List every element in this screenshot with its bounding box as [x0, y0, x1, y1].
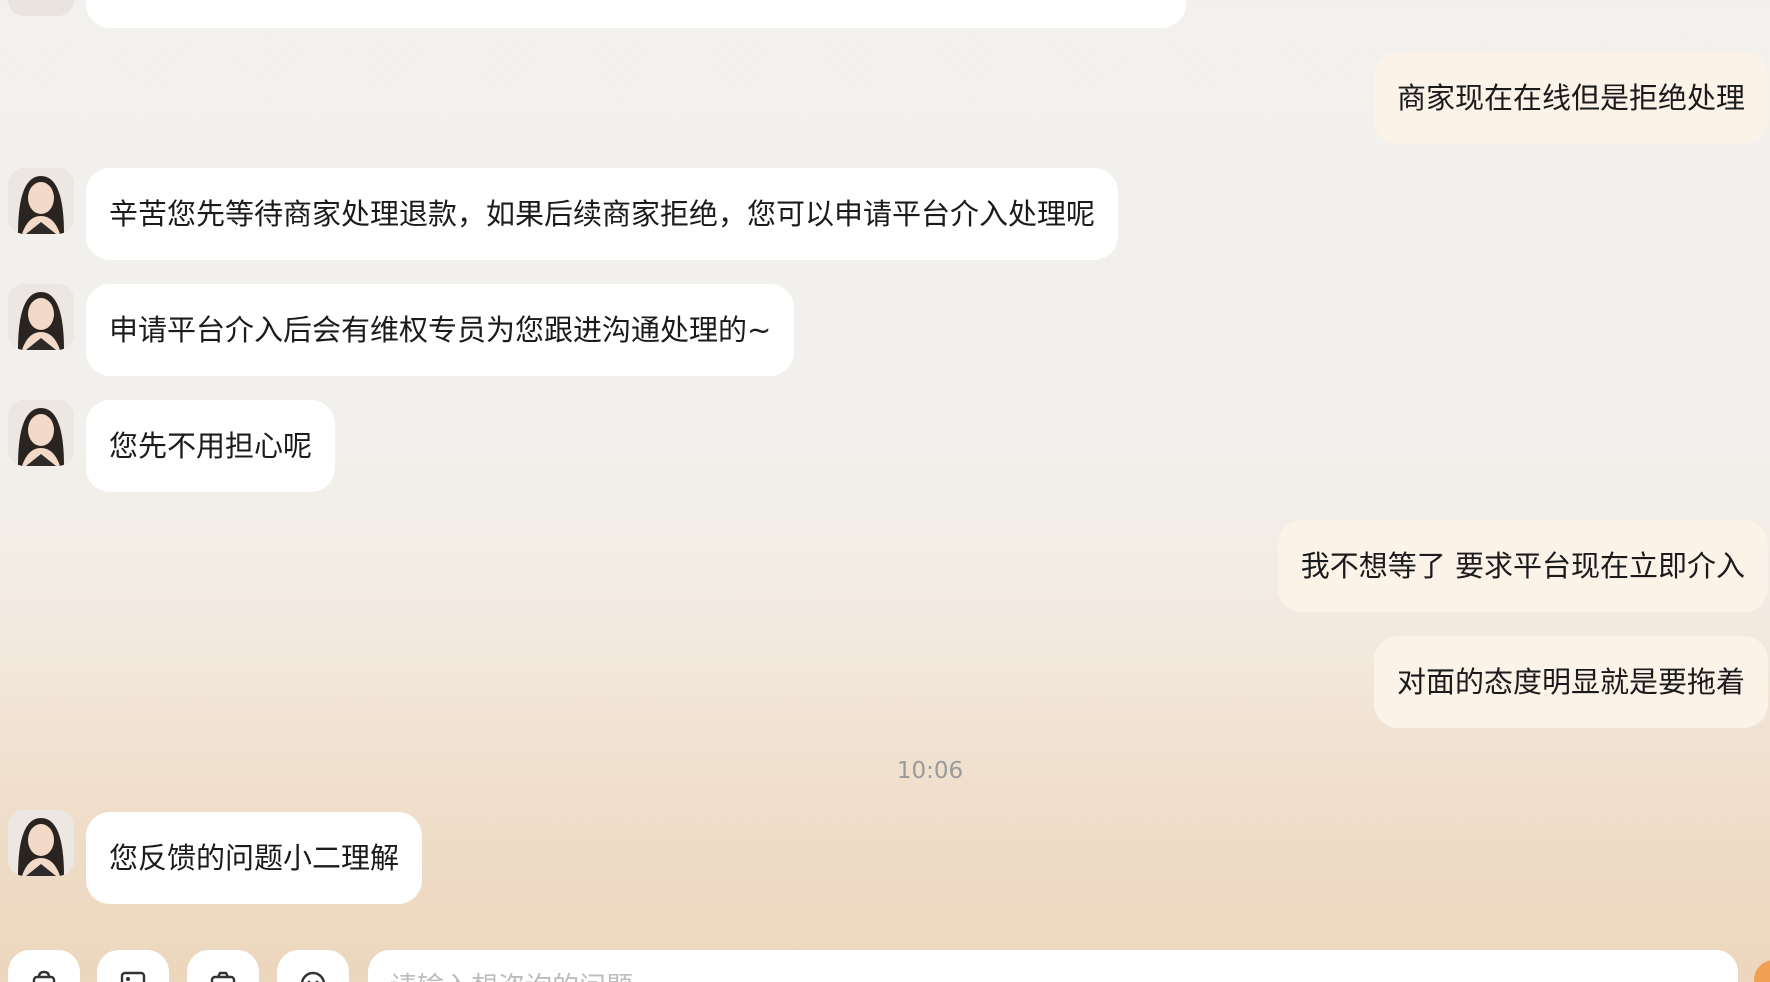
agent-avatar[interactable]	[8, 810, 74, 876]
timestamp: 10:06	[896, 758, 964, 784]
bottom-toolbar	[0, 950, 1770, 982]
emoji-icon	[300, 971, 326, 982]
agent-avatar[interactable]	[8, 400, 74, 466]
agent-message: 您反馈的问题小二理解	[86, 812, 423, 904]
image-icon	[120, 971, 146, 982]
agent-avatar[interactable]	[8, 168, 74, 234]
agent-message: 辛苦您先等待商家处理退款，如果后续商家拒绝，您可以申请平台介入处理呢	[86, 168, 1119, 260]
camera-icon	[210, 971, 236, 982]
emoji-button[interactable]	[277, 950, 349, 982]
user-message: 对面的态度明显就是要拖着	[1373, 636, 1768, 728]
agent-avatar-icon	[8, 810, 74, 876]
order-icon	[32, 970, 56, 982]
agent-avatar[interactable]	[8, 284, 74, 350]
camera-button[interactable]	[187, 950, 259, 982]
user-message: 商家现在在线但是拒绝处理	[1373, 52, 1768, 144]
chat-area: 商家现在在线但是拒绝处理 辛苦您先等待商家处理退款，如果后续商家拒绝，您可以申请…	[0, 0, 1770, 982]
user-message: 我不想等了 要求平台现在立即介入	[1277, 520, 1768, 612]
agent-avatar-icon	[8, 284, 74, 350]
agent-avatar-icon	[8, 168, 74, 234]
agent-avatar-icon	[8, 400, 74, 466]
agent-message: 申请平台介入后会有维权专员为您跟进沟通处理的~	[86, 284, 795, 376]
image-button[interactable]	[97, 950, 169, 982]
message-bubble-partial	[86, 0, 1186, 28]
agent-message: 您先不用担心呢	[86, 400, 336, 492]
message-input[interactable]	[368, 950, 1738, 982]
agent-avatar	[8, 0, 74, 16]
order-button[interactable]	[8, 950, 80, 982]
